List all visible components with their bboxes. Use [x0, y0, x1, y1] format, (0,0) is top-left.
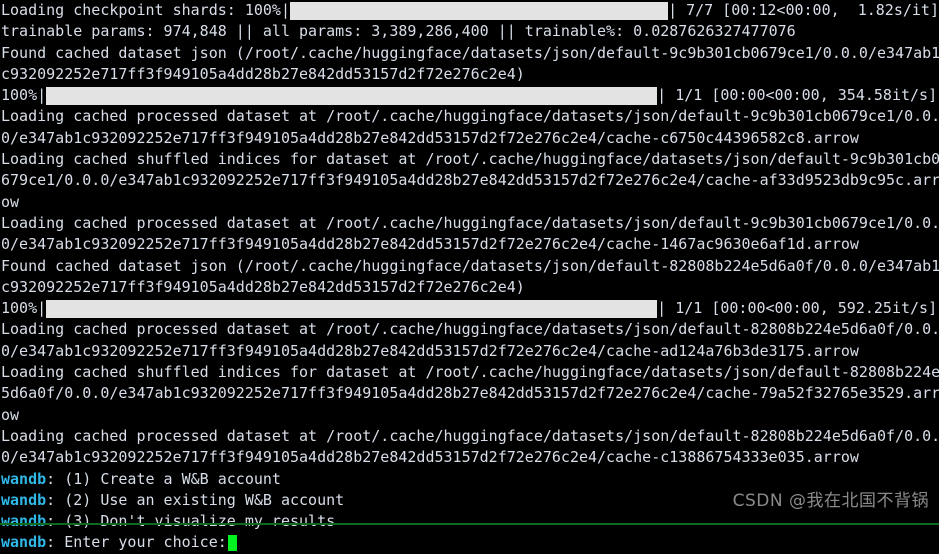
terminal-line: Loading cached shuffled indices for data…: [1, 150, 939, 169]
terminal-window[interactable]: Loading checkpoint shards: 100%| | 7/7 [0…: [0, 0, 939, 552]
wandb-menu-option[interactable]: (3) Don't visualize my results: [55, 512, 335, 530]
progress-bar-fill: [46, 299, 658, 318]
progress-bar-line: Loading checkpoint shards: 100%| | 7/7 [0…: [0, 0, 939, 21]
progress-bar-line: 100%| | 1/1 [00:00<00:00, 354.58it/s]: [0, 85, 939, 106]
wandb-prompt-line: wandb: (3) Don't visualize my results: [0, 511, 939, 532]
terminal-line: Found cached dataset json (/root/.cache/…: [1, 43, 939, 62]
terminal-line: Loading cached processed dataset at /roo…: [1, 320, 939, 339]
progress-bar-label: 100%|: [1, 86, 47, 105]
wandb-tag-colon: :: [46, 512, 56, 531]
progress-bar-line: 100%| | 1/1 [00:00<00:00, 592.25it/s]: [0, 298, 939, 319]
wandb-menu-option[interactable]: (1) Create a W&B account: [55, 470, 281, 488]
terminal-line: Found cached dataset json (/root/.cache/…: [1, 256, 939, 275]
terminal-line: c932092252e717ff3f949105a4dd28b27e842dd5…: [1, 277, 525, 296]
wandb-tag: wandb: [1, 469, 47, 488]
progress-bar-label: Loading checkpoint shards: 100%|: [1, 1, 290, 19]
terminal-line: 0/e347ab1c932092252e717ff3f949105a4dd28b…: [1, 341, 859, 360]
terminal-line: trainable params: 974,848 || all params:…: [1, 22, 796, 41]
terminal-line: 5d6a0f/0.0.0/e347ab1c932092252e717ff3f94…: [1, 384, 939, 403]
wandb-tag-colon: :: [46, 469, 56, 488]
text-cursor[interactable]: [227, 535, 237, 552]
progress-bar-stats: | 1/1 [00:00<00:00, 592.25it/s]: [657, 299, 938, 318]
wandb-tag: wandb: [1, 490, 47, 509]
progress-bar-stats: | 7/7 [00:12<00:00, 1.82s/it]: [668, 1, 939, 19]
wandb-prompt-line: wandb: (2) Use an existing W&B account: [0, 490, 939, 511]
terminal-line: 0/e347ab1c932092252e717ff3f949105a4dd28b…: [1, 128, 859, 147]
wandb-prompt-line: wandb: (1) Create a W&B account: [0, 469, 939, 490]
terminal-line: 679ce1/0.0.0/e347ab1c932092252e717ff3f94…: [1, 171, 939, 190]
terminal-line: Loading cached processed dataset at /roo…: [1, 213, 939, 232]
terminal-line: Loading cached processed dataset at /roo…: [1, 107, 939, 126]
terminal-line: ow: [1, 405, 20, 424]
wandb-prompt-line: wandb: Enter your choice:: [0, 532, 939, 553]
wandb-choice-prompt: Enter your choice:: [55, 533, 227, 552]
terminal-line: 0/e347ab1c932092252e717ff3f949105a4dd28b…: [1, 448, 859, 467]
terminal-line: Loading cached shuffled indices for data…: [1, 363, 939, 382]
terminal-line: 0/e347ab1c932092252e717ff3f949105a4dd28b…: [1, 235, 859, 254]
progress-bar-stats: | 1/1 [00:00<00:00, 354.58it/s]: [657, 86, 938, 105]
progress-bar-fill: [289, 1, 669, 20]
wandb-tag-colon: :: [46, 490, 56, 509]
wandb-tag-colon: :: [46, 533, 56, 552]
terminal-output: Loading checkpoint shards: 100%| | 7/7 [0…: [0, 0, 939, 554]
terminal-line: Loading cached processed dataset at /roo…: [1, 426, 939, 445]
wandb-tag: wandb: [1, 533, 47, 552]
terminal-line: c932092252e717ff3f949105a4dd28b27e842dd5…: [1, 64, 525, 83]
wandb-tag: wandb: [1, 512, 47, 531]
progress-bar-label: 100%|: [1, 299, 47, 318]
wandb-menu-option[interactable]: (2) Use an existing W&B account: [55, 491, 344, 509]
terminal-line: ow: [1, 192, 20, 211]
progress-bar-fill: [46, 86, 658, 105]
